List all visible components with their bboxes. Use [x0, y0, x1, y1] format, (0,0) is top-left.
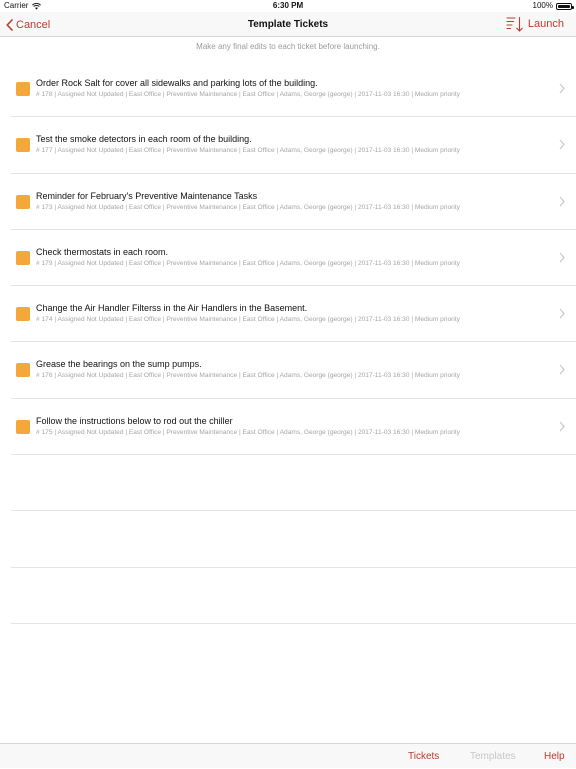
- ticket-details: # 177 | Assigned Not Updated | East Offi…: [36, 147, 460, 155]
- navigation-bar: Cancel Template Tickets Launch: [0, 12, 576, 37]
- ticket-color-swatch: [16, 363, 30, 378]
- ticket-details: # 173 | Assigned Not Updated | East Offi…: [36, 203, 460, 211]
- ticket-title: Check thermostats in each room.: [36, 246, 169, 257]
- ticket-details: # 176 | Assigned Not Updated | East Offi…: [36, 372, 460, 380]
- ticket-color-swatch: [16, 419, 30, 434]
- empty-row: [11, 455, 576, 512]
- chevron-left-icon: [6, 18, 13, 31]
- ticket-list: Order Rock Salt for cover all sidewalks …: [0, 61, 576, 624]
- ticket-row[interactable]: Change the Air Handler Filterss in the A…: [11, 286, 576, 343]
- chevron-right-icon: [559, 308, 565, 319]
- battery-icon: [556, 2, 574, 10]
- ticket-color-swatch: [16, 82, 30, 96]
- tab-bar: Tickets Templates Help: [0, 743, 576, 768]
- ticket-details: # 174 | Assigned Not Updated | East Offi…: [36, 316, 460, 324]
- ticket-row[interactable]: Reminder for February's Preventive Maint…: [11, 174, 576, 230]
- tab-help[interactable]: Help: [544, 744, 565, 769]
- ticket-title: Change the Air Handler Filterss in the A…: [36, 303, 308, 314]
- ticket-title: Follow the instructions below to rod out…: [36, 415, 233, 426]
- ticket-color-swatch: [16, 307, 30, 322]
- ticket-details: # 175 | Assigned Not Updated | East Offi…: [36, 428, 460, 436]
- chevron-right-icon: [559, 365, 565, 375]
- cancel-label: Cancel: [16, 18, 51, 31]
- status-right: 100%: [532, 0, 574, 12]
- ticket-title: Order Rock Salt for cover all sidewalks …: [36, 78, 318, 88]
- tab-tickets[interactable]: Tickets: [408, 744, 439, 769]
- ticket-details: # 179 | Assigned Not Updated | East Offi…: [36, 259, 460, 267]
- ticket-row[interactable]: Test the smoke detectors in each room of…: [11, 117, 576, 174]
- ticket-row[interactable]: Check thermostats in each room. # 179 | …: [11, 230, 576, 287]
- battery-percent: 100%: [532, 1, 553, 10]
- cancel-button[interactable]: Cancel: [6, 12, 50, 37]
- ticket-details: # 178 | Assigned Not Updated | East Offi…: [36, 91, 460, 98]
- status-bar: Carrier 6:30 PM 100%: [0, 0, 576, 12]
- chevron-right-icon: [559, 139, 565, 150]
- chevron-right-icon: [559, 421, 565, 432]
- ticket-title: Reminder for February's Preventive Maint…: [36, 190, 258, 201]
- ticket-color-swatch: [16, 194, 30, 209]
- ticket-row[interactable]: Order Rock Salt for cover all sidewalks …: [11, 61, 576, 118]
- status-time: 6:30 PM: [272, 1, 304, 10]
- chevron-right-icon: [559, 83, 565, 94]
- ticket-row[interactable]: Grease the bearings on the sump pumps. #…: [11, 342, 576, 399]
- chevron-right-icon: [559, 196, 565, 206]
- ticket-title: Grease the bearings on the sump pumps.: [36, 359, 202, 370]
- empty-row: [11, 511, 576, 568]
- chevron-right-icon: [559, 252, 565, 263]
- ticket-title: Test the smoke detectors in each room of…: [36, 134, 252, 145]
- page-title: Template Tickets: [247, 19, 329, 30]
- ticket-color-swatch: [16, 250, 30, 265]
- tab-templates[interactable]: Templates: [470, 744, 516, 769]
- ticket-row[interactable]: Follow the instructions below to rod out…: [11, 399, 576, 456]
- empty-row: [11, 568, 576, 624]
- sort-icon[interactable]: [506, 16, 524, 33]
- launch-button[interactable]: Launch: [528, 12, 564, 37]
- ticket-color-swatch: [16, 138, 30, 153]
- instruction-text: Make any final edits to each ticket befo…: [196, 42, 380, 51]
